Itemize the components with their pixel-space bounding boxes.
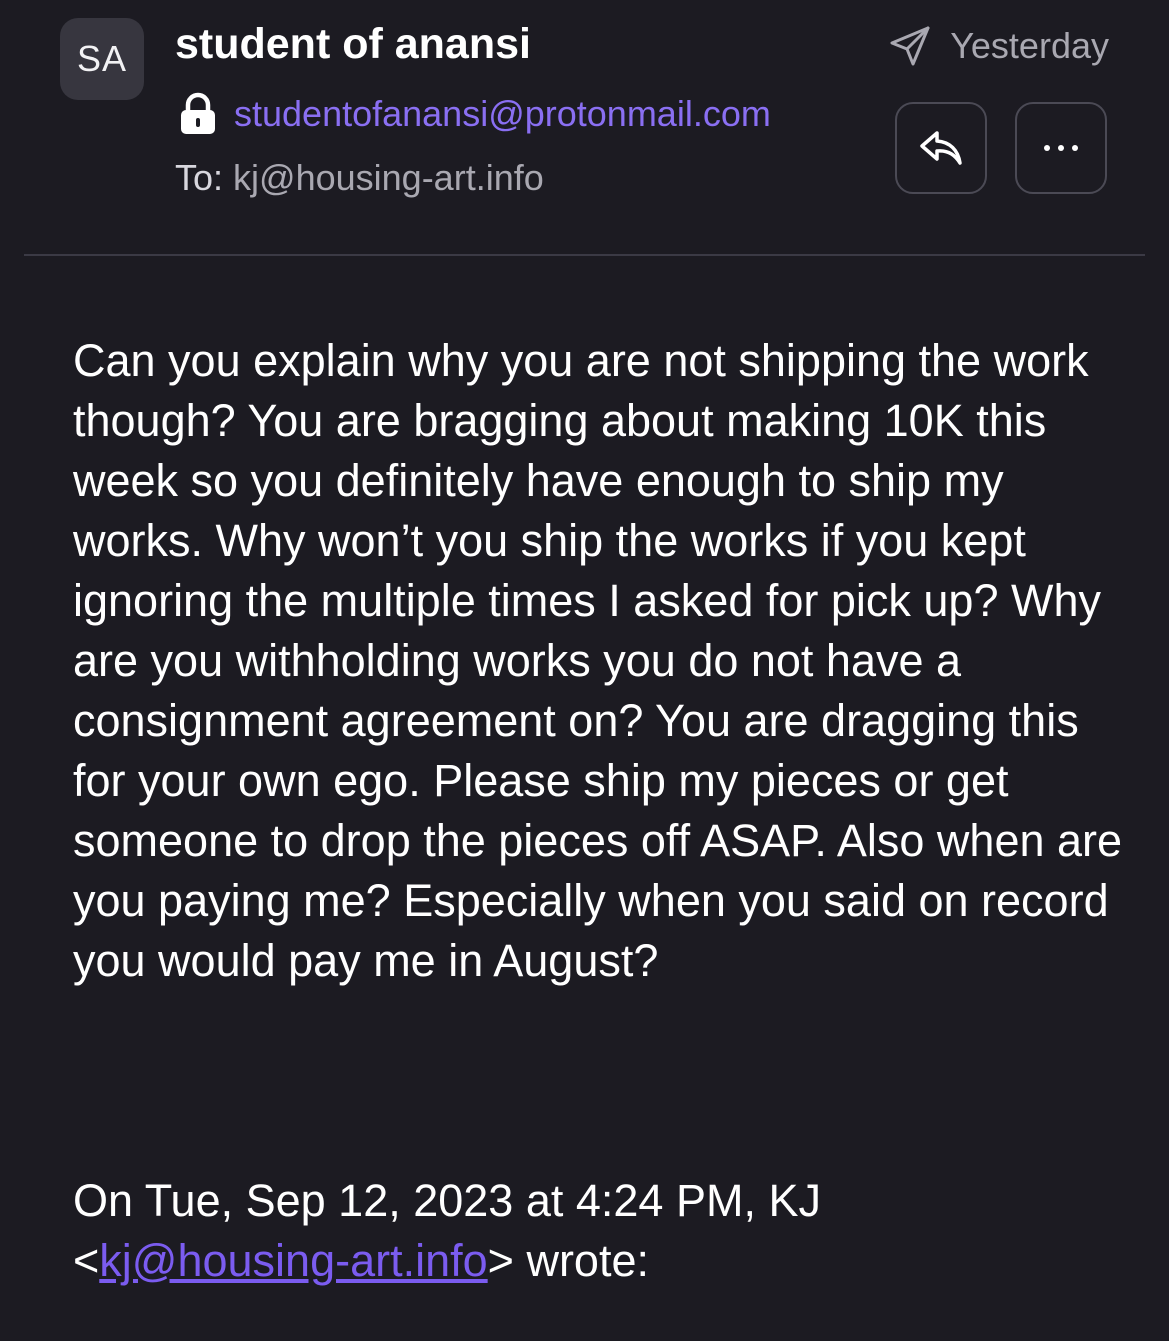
recipient-row: To: kj@housing-art.info xyxy=(175,157,544,199)
quote-open-bracket: < xyxy=(73,1235,100,1286)
reply-icon xyxy=(920,131,962,165)
quote-intro: On Tue, Sep 12, 2023 at 4:24 PM, KJ xyxy=(73,1175,821,1226)
quote-email-link[interactable]: kj@housing-art.info xyxy=(99,1235,487,1286)
date-row: Yesterday xyxy=(888,24,1109,68)
avatar-initials: SA xyxy=(76,38,128,79)
header-divider xyxy=(24,254,1145,256)
email-date: Yesterday xyxy=(950,25,1109,66)
paper-plane-icon xyxy=(890,26,930,66)
more-button[interactable] xyxy=(1015,102,1107,194)
quote-header: On Tue, Sep 12, 2023 at 4:24 PM, KJ <kj@… xyxy=(73,1171,1133,1291)
more-icon xyxy=(1044,145,1078,151)
sender-email-row: studentofanansi@protonmail.com xyxy=(178,92,771,136)
sender-email[interactable]: studentofanansi@protonmail.com xyxy=(234,93,771,135)
email-view: SA student of anansi studentofanansi@pro… xyxy=(0,0,1169,1341)
quote-suffix: wrote: xyxy=(513,1235,649,1286)
quote-close-bracket: > xyxy=(487,1235,514,1286)
email-body: Can you explain why you are not shipping… xyxy=(73,335,1123,986)
sender-name[interactable]: student of anansi xyxy=(175,20,531,69)
to-label: To: xyxy=(175,157,224,198)
avatar[interactable]: SA xyxy=(60,18,144,100)
reply-button[interactable] xyxy=(895,102,987,194)
recipient-email[interactable]: kj@housing-art.info xyxy=(233,157,544,198)
lock-icon xyxy=(181,92,215,134)
